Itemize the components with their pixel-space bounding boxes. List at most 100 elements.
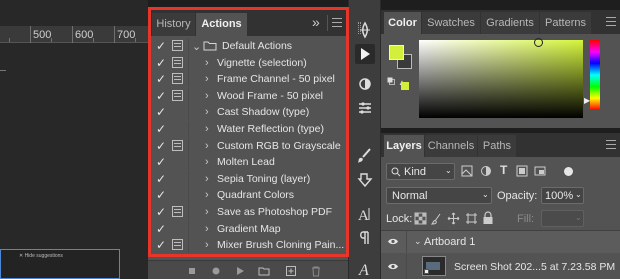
- foreground-color-swatch[interactable]: [389, 45, 404, 60]
- properties-icon[interactable]: [355, 98, 375, 118]
- layers-panel-menu-icon[interactable]: [606, 140, 616, 149]
- layer-filter-select[interactable]: Kind ⌄: [386, 163, 455, 180]
- expand-chevron-right-icon[interactable]: ›: [205, 156, 209, 168]
- chevron-down-icon[interactable]: ⌄: [414, 236, 422, 247]
- toggle-checkmark-icon[interactable]: ✓: [156, 239, 168, 251]
- toggle-dialog-icon[interactable]: [172, 89, 183, 101]
- toggle-dialog-icon[interactable]: [172, 40, 183, 51]
- action-row[interactable]: ✓ › Save as Photoshop PDF: [148, 204, 348, 220]
- lock-all-icon[interactable]: [482, 211, 494, 225]
- toggle-dialog-icon[interactable]: [172, 123, 183, 134]
- record-icon[interactable]: [210, 265, 222, 277]
- toggle-dialog-icon[interactable]: [172, 223, 183, 234]
- hide-suggestions-link[interactable]: ✕ Hide suggestions: [19, 253, 63, 259]
- toggle-dialog-icon[interactable]: [172, 239, 183, 251]
- expand-chevron-down-icon[interactable]: ⌄: [192, 40, 201, 53]
- toggle-dialog-icon[interactable]: [172, 206, 183, 217]
- hue-slider[interactable]: [590, 40, 600, 110]
- action-row[interactable]: ✓ › Molten Lead: [148, 154, 348, 171]
- glyphs-icon[interactable]: A: [355, 258, 375, 278]
- action-row[interactable]: ✓ › Quadrant Colors: [148, 187, 348, 204]
- expand-chevron-right-icon[interactable]: ›: [205, 90, 209, 102]
- saturation-brightness-field[interactable]: [419, 38, 583, 118]
- tab-channels[interactable]: Channels: [425, 135, 477, 157]
- expand-chevron-right-icon[interactable]: ›: [205, 173, 209, 185]
- filter-type-icon[interactable]: T: [500, 163, 507, 177]
- action-row[interactable]: ✓ › Cast Shadow (type): [148, 104, 348, 121]
- tab-history[interactable]: History: [152, 13, 195, 36]
- tab-paths[interactable]: Paths: [478, 135, 516, 157]
- visibility-eye-icon[interactable]: [387, 262, 399, 271]
- artboard-row[interactable]: ⌄ Artboard 1: [381, 231, 620, 253]
- toggle-dialog-icon[interactable]: [172, 73, 183, 85]
- toggle-dialog-icon[interactable]: [172, 106, 183, 117]
- toggle-checkmark-icon[interactable]: ✓: [156, 140, 168, 152]
- expand-chevron-right-icon[interactable]: ›: [205, 206, 209, 218]
- action-row[interactable]: ✓ › Mixer Brush Cloning Pain...: [148, 237, 348, 254]
- action-set-row[interactable]: ✓ ⌄ Default Actions: [148, 38, 348, 54]
- trash-icon[interactable]: [310, 265, 322, 277]
- toggle-dialog-icon[interactable]: [172, 173, 183, 184]
- tab-gradients[interactable]: Gradients: [481, 12, 539, 34]
- toggle-checkmark-icon[interactable]: ✓: [156, 106, 168, 118]
- expand-chevron-right-icon[interactable]: ›: [205, 140, 209, 152]
- new-set-folder-icon[interactable]: [258, 265, 270, 277]
- action-row[interactable]: ✓ › Frame Channel - 50 pixel: [148, 71, 348, 88]
- expand-chevron-right-icon[interactable]: ›: [205, 57, 209, 69]
- actions-panel-menu-icon[interactable]: [332, 18, 342, 27]
- toggle-checkmark-icon[interactable]: ✓: [156, 156, 168, 168]
- action-row[interactable]: ✓ › Sepia Toning (layer): [148, 170, 348, 187]
- toggle-checkmark-icon[interactable]: ✓: [156, 90, 168, 102]
- filter-smart-object-icon[interactable]: [534, 165, 546, 177]
- opacity-input[interactable]: 100% ⌄: [541, 187, 584, 204]
- filter-shape-icon[interactable]: [516, 165, 528, 177]
- filter-adjustment-icon[interactable]: [480, 165, 492, 177]
- new-action-icon[interactable]: [285, 265, 297, 277]
- lock-position-icon[interactable]: [447, 212, 460, 225]
- expand-chevron-right-icon[interactable]: ›: [205, 223, 209, 235]
- filter-toggle-icon[interactable]: [564, 167, 573, 176]
- lock-pixels-icon[interactable]: [431, 212, 444, 225]
- toggle-checkmark-icon[interactable]: ✓: [156, 189, 168, 201]
- brush-icon[interactable]: [355, 146, 375, 166]
- toggle-checkmark-icon[interactable]: ✓: [156, 57, 168, 69]
- lock-artboard-icon[interactable]: [465, 212, 478, 225]
- lock-transparent-icon[interactable]: [414, 212, 427, 225]
- toggle-checkmark-icon[interactable]: ✓: [156, 123, 168, 135]
- action-row[interactable]: ✓ › Vignette (selection): [148, 54, 348, 71]
- paragraph-icon[interactable]: [355, 228, 375, 248]
- tab-color[interactable]: Color: [384, 12, 421, 34]
- default-colors-icon[interactable]: [387, 77, 395, 85]
- expand-chevron-right-icon[interactable]: ›: [205, 189, 209, 201]
- toggle-dialog-icon[interactable]: [172, 139, 183, 151]
- action-row[interactable]: ✓ › Custom RGB to Grayscale: [148, 137, 348, 154]
- play-icon[interactable]: [234, 265, 246, 277]
- color-panel-menu-icon[interactable]: [606, 17, 616, 26]
- hue-slider-handle[interactable]: ▶: [584, 96, 590, 105]
- suggestions-box[interactable]: ✕ Hide suggestions: [0, 249, 120, 279]
- tab-swatches[interactable]: Swatches: [422, 12, 480, 34]
- tab-layers[interactable]: Layers: [384, 135, 424, 157]
- toggle-dialog-icon[interactable]: [172, 156, 183, 167]
- collapse-panel-icon[interactable]: »: [312, 14, 320, 30]
- toggle-checkmark-icon[interactable]: ✓: [156, 223, 168, 235]
- toggle-checkmark-icon[interactable]: ✓: [156, 173, 168, 185]
- blend-mode-select[interactable]: Normal ⌄: [386, 187, 492, 204]
- action-row[interactable]: ✓ › Water Reflection (type): [148, 121, 348, 137]
- visibility-eye-icon[interactable]: [387, 237, 399, 246]
- expand-chevron-right-icon[interactable]: ›: [205, 73, 209, 85]
- filter-pixel-icon[interactable]: [461, 165, 473, 177]
- gamut-swatch[interactable]: [401, 82, 409, 90]
- action-row[interactable]: ✓ › Gradient Map: [148, 220, 348, 237]
- toggle-checkmark-icon[interactable]: ✓: [156, 40, 168, 52]
- color-picker-marker[interactable]: [534, 38, 543, 47]
- toggle-checkmark-icon[interactable]: ✓: [156, 206, 168, 218]
- tab-actions[interactable]: Actions: [196, 13, 247, 36]
- action-row[interactable]: ✓ › Wood Frame - 50 pixel: [148, 87, 348, 104]
- toggle-dialog-icon[interactable]: [172, 189, 183, 200]
- stop-icon[interactable]: [186, 265, 198, 277]
- clone-source-icon[interactable]: [355, 170, 375, 190]
- brush-settings-icon[interactable]: [355, 20, 375, 40]
- character-icon[interactable]: A: [355, 204, 375, 224]
- layer-row[interactable]: Screen Shot 202...5 at 7.23.58 PM: [381, 254, 620, 279]
